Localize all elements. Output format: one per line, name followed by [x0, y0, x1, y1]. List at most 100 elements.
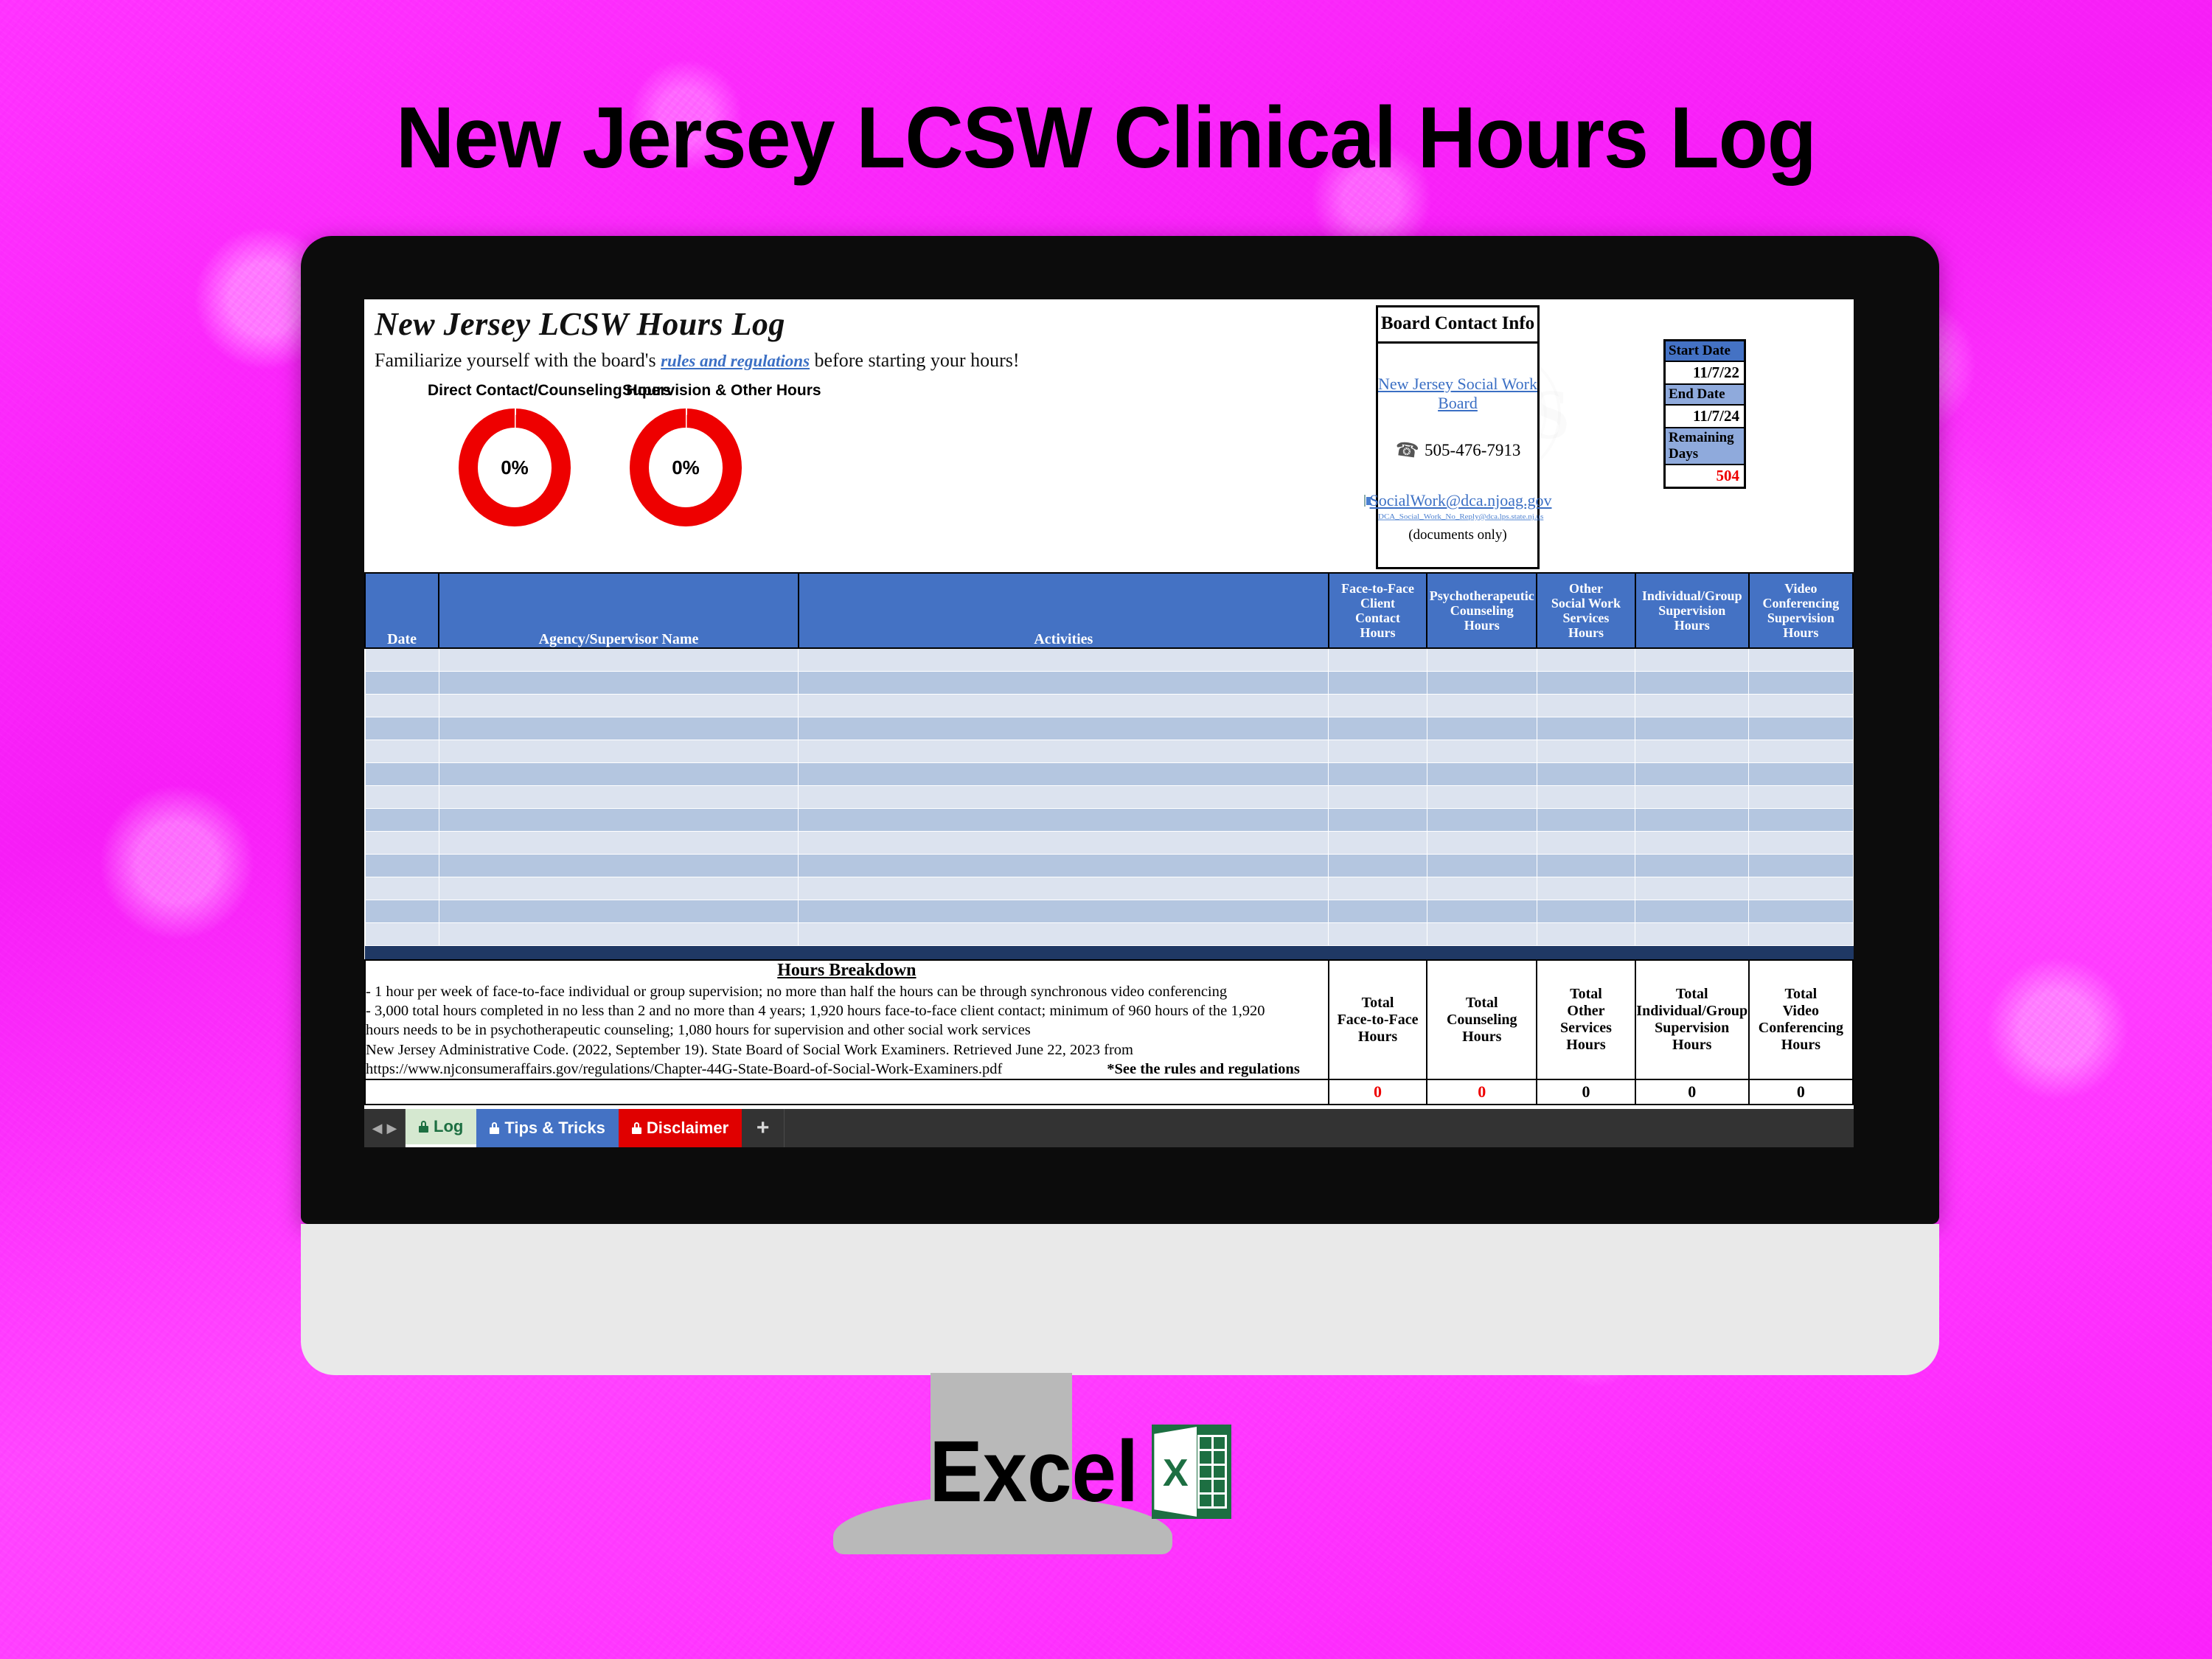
table-cell[interactable]: [1635, 716, 1750, 740]
table-cell[interactable]: [798, 739, 1329, 763]
add-sheet-button[interactable]: +: [742, 1109, 785, 1147]
table-cell[interactable]: [1748, 922, 1854, 946]
table-cell[interactable]: [798, 807, 1329, 832]
table-cell[interactable]: [1748, 762, 1854, 786]
table-cell[interactable]: [1328, 899, 1427, 923]
table-cell[interactable]: [438, 853, 799, 877]
table-cell[interactable]: [1635, 670, 1750, 695]
table-cell[interactable]: [364, 807, 439, 832]
table-cell[interactable]: [1635, 830, 1750, 855]
table-cell[interactable]: [438, 647, 799, 672]
hours-log-table[interactable]: Date Agency/Supervisor Name Activities Face…: [364, 572, 1854, 1106]
table-cell[interactable]: [364, 647, 439, 672]
table-cell[interactable]: [1536, 853, 1636, 877]
table-cell[interactable]: [1748, 670, 1854, 695]
table-cell[interactable]: [1635, 922, 1750, 946]
hours-log-grid[interactable]: Date Agency/Supervisor Name Activities Face…: [364, 572, 1854, 1106]
table-cell[interactable]: [364, 762, 439, 786]
table-cell[interactable]: [1426, 807, 1537, 832]
table-cell[interactable]: [1536, 647, 1636, 672]
table-cell[interactable]: [1426, 922, 1537, 946]
table-cell[interactable]: [798, 876, 1329, 900]
table-row[interactable]: [364, 647, 1854, 672]
table-cell[interactable]: [1748, 716, 1854, 740]
table-row[interactable]: [364, 853, 1854, 877]
sheet-nav-arrows[interactable]: ◀ ▶: [364, 1109, 406, 1147]
board-alt-email[interactable]: DCA_Social_Work_No_Reply@dca.lps.state.n…: [1378, 513, 1543, 521]
table-cell[interactable]: [1328, 693, 1427, 717]
sheet-tab-bar[interactable]: ◀ ▶ Log Tips & Tricks Disclaimer +: [364, 1109, 1854, 1147]
table-cell[interactable]: [1426, 716, 1537, 740]
table-cell[interactable]: [1748, 807, 1854, 832]
table-row[interactable]: [364, 785, 1854, 809]
table-cell[interactable]: [1426, 670, 1537, 695]
table-cell[interactable]: [364, 739, 439, 763]
table-cell[interactable]: [1426, 785, 1537, 809]
rules-and-regulations-link[interactable]: rules and regulations: [661, 352, 810, 370]
table-cell[interactable]: [1328, 739, 1427, 763]
start-date-value[interactable]: 11/7/22: [1666, 362, 1744, 385]
table-cell[interactable]: [1328, 922, 1427, 946]
table-row[interactable]: [364, 739, 1854, 763]
table-cell[interactable]: [1748, 785, 1854, 809]
table-cell[interactable]: [1426, 830, 1537, 855]
table-cell[interactable]: [438, 922, 799, 946]
table-cell[interactable]: [1635, 693, 1750, 717]
table-cell[interactable]: [1748, 830, 1854, 855]
table-cell[interactable]: [1536, 899, 1636, 923]
spreadsheet-screen[interactable]: CHS New Jersey LCSW Hours Log Familiariz…: [364, 299, 1854, 1147]
table-cell[interactable]: [364, 830, 439, 855]
table-cell[interactable]: [438, 762, 799, 786]
table-cell[interactable]: [364, 716, 439, 740]
table-cell[interactable]: [364, 853, 439, 877]
table-body[interactable]: [364, 647, 1854, 961]
table-cell[interactable]: [798, 647, 1329, 672]
table-cell[interactable]: [1328, 807, 1427, 832]
table-row[interactable]: [364, 876, 1854, 900]
table-cell[interactable]: [1748, 739, 1854, 763]
table-cell[interactable]: [364, 670, 439, 695]
table-cell[interactable]: [1536, 762, 1636, 786]
table-row[interactable]: [364, 807, 1854, 832]
sheet-tab-disclaimer[interactable]: Disclaimer: [618, 1109, 742, 1147]
table-row[interactable]: [364, 716, 1854, 740]
table-row[interactable]: [364, 830, 1854, 855]
table-cell[interactable]: [1328, 876, 1427, 900]
sheet-tab-tips-tricks[interactable]: Tips & Tricks: [476, 1109, 619, 1147]
table-cell[interactable]: [364, 785, 439, 809]
table-row[interactable]: [364, 693, 1854, 717]
table-cell[interactable]: [798, 853, 1329, 877]
table-cell[interactable]: [1748, 647, 1854, 672]
table-cell[interactable]: [1748, 853, 1854, 877]
table-cell[interactable]: [1635, 876, 1750, 900]
table-cell[interactable]: [364, 693, 439, 717]
table-cell[interactable]: [1536, 670, 1636, 695]
table-cell[interactable]: [438, 899, 799, 923]
table-cell[interactable]: [438, 807, 799, 832]
table-cell[interactable]: [1426, 853, 1537, 877]
table-cell[interactable]: [1635, 785, 1750, 809]
table-row[interactable]: [364, 899, 1854, 923]
table-cell[interactable]: [438, 670, 799, 695]
sheet-tab-log[interactable]: Log: [406, 1109, 477, 1147]
table-cell[interactable]: [438, 830, 799, 855]
table-cell[interactable]: [1328, 785, 1427, 809]
table-cell[interactable]: [1426, 739, 1537, 763]
table-cell[interactable]: [1426, 762, 1537, 786]
table-row[interactable]: [364, 922, 1854, 946]
table-cell[interactable]: [1635, 739, 1750, 763]
table-cell[interactable]: [364, 876, 439, 900]
table-cell[interactable]: [438, 739, 799, 763]
sheet-nav-next-icon[interactable]: ▶: [387, 1121, 397, 1136]
table-cell[interactable]: [1635, 899, 1750, 923]
table-cell[interactable]: [1426, 899, 1537, 923]
table-cell[interactable]: [1328, 853, 1427, 877]
table-cell[interactable]: [1536, 785, 1636, 809]
table-cell[interactable]: [1536, 807, 1636, 832]
table-cell[interactable]: [1328, 716, 1427, 740]
table-cell[interactable]: [1328, 762, 1427, 786]
table-cell[interactable]: [1536, 876, 1636, 900]
table-cell[interactable]: [1635, 853, 1750, 877]
table-cell[interactable]: [1536, 830, 1636, 855]
table-row[interactable]: [364, 670, 1854, 695]
